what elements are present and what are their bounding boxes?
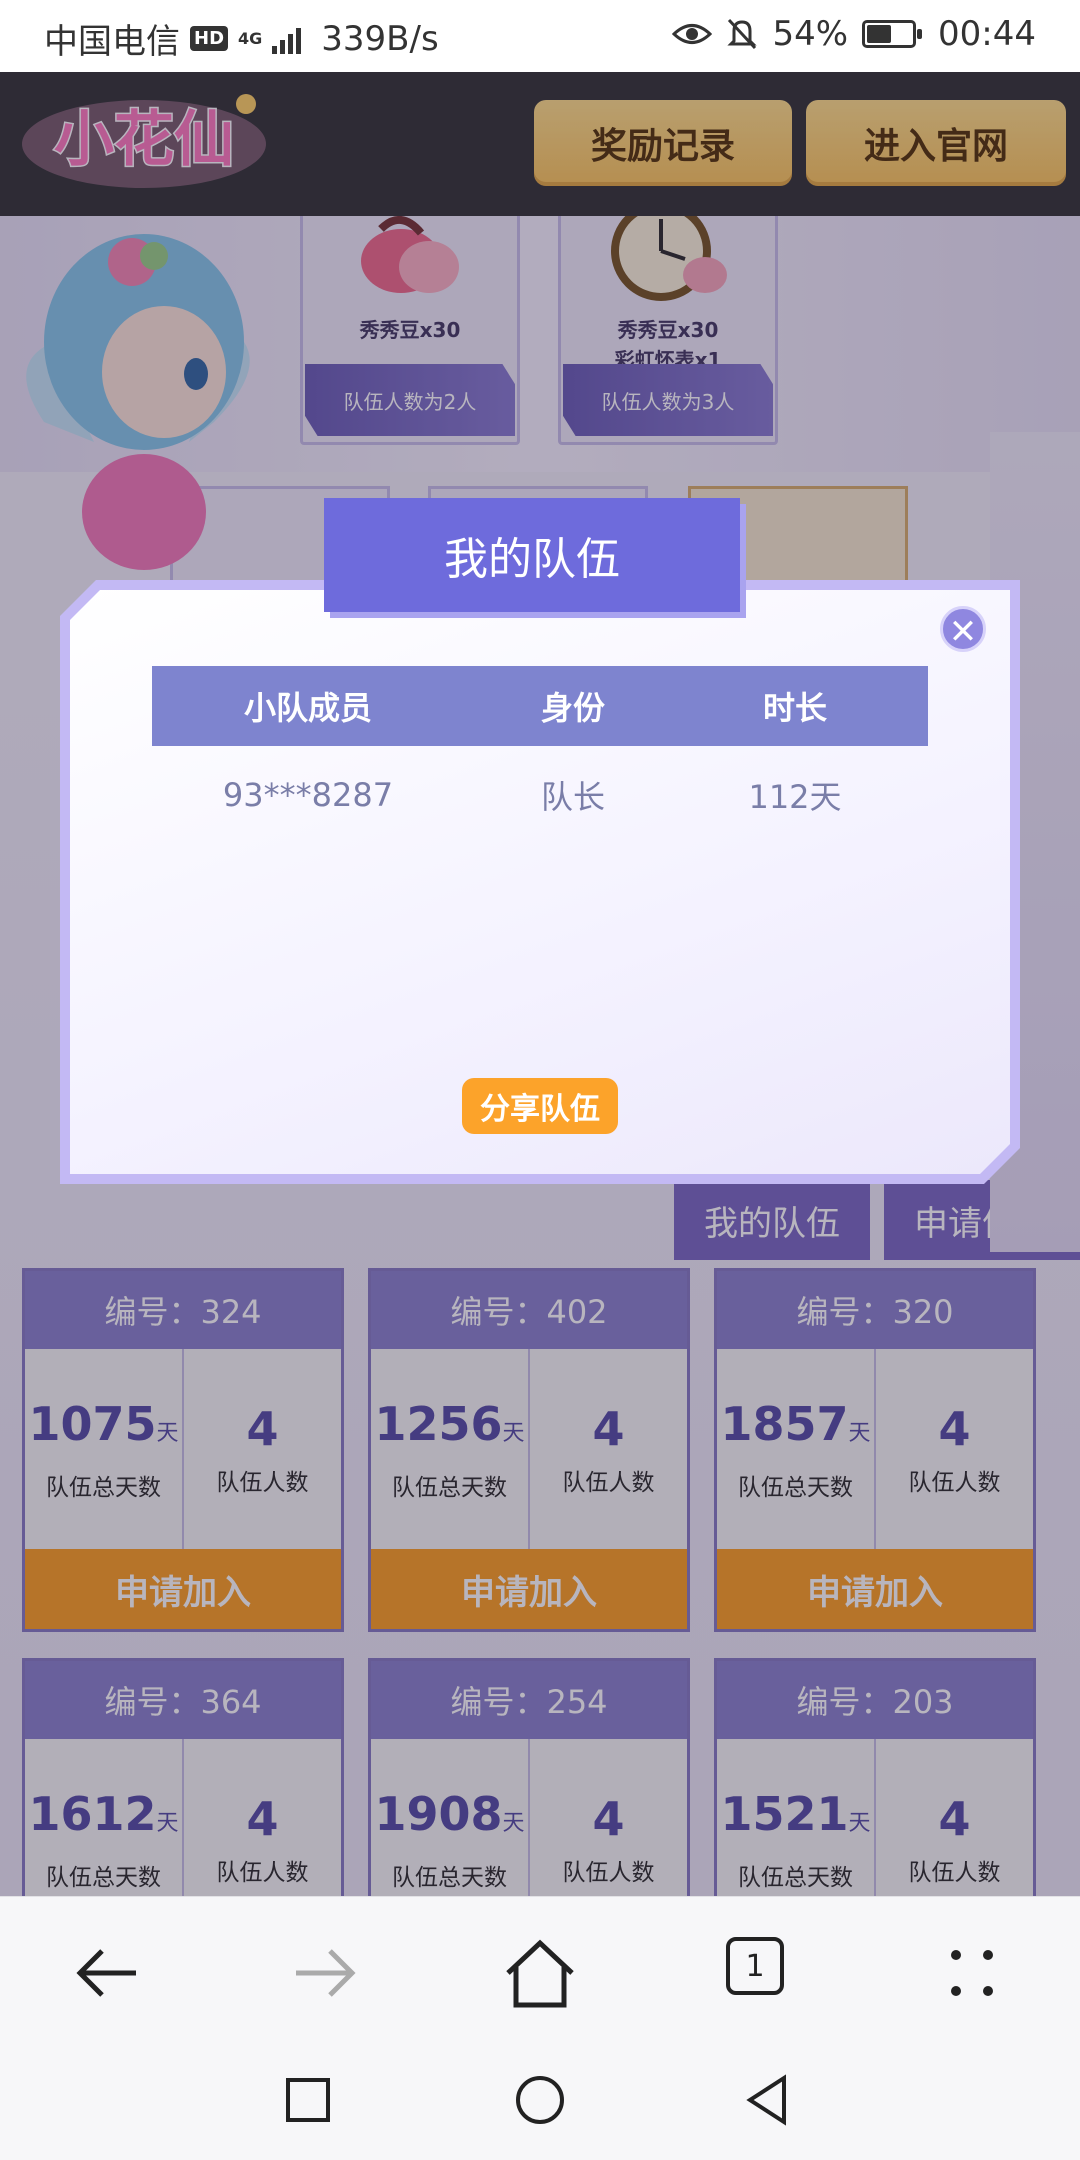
forward-arrow-icon[interactable] — [284, 1933, 364, 2013]
battery-percent: 54% — [772, 14, 849, 54]
member-id: 93***8287 — [222, 776, 394, 814]
table-row: 93***8287 队长 112天 — [152, 760, 928, 830]
browser-toolbar: 1 — [0, 1896, 1080, 2040]
back-triangle-icon[interactable] — [738, 2070, 798, 2130]
tabs-icon[interactable]: 1 — [726, 1937, 784, 1995]
recents-square-icon[interactable] — [278, 2070, 338, 2130]
eye-icon — [672, 24, 713, 44]
status-right: 54% 00:44 — [672, 14, 1036, 54]
battery-icon — [862, 20, 923, 48]
column-header-member: 小队成员 — [243, 689, 372, 727]
member-role: 队长 — [540, 778, 605, 816]
signal-icon — [272, 24, 302, 54]
battery-level — [867, 25, 891, 43]
my-team-dialog: 我的队伍 ✕ 小队成员 身份 时长 93***8287 队长 112天 分享队伍 — [60, 498, 1020, 1184]
home-icon[interactable] — [500, 1933, 580, 2013]
back-arrow-icon[interactable] — [68, 1933, 148, 2013]
web-page: 小花仙 奖励记录 进入官网 秀秀豆x30 队伍人数为2人 秀秀豆x30 彩虹怀表… — [0, 72, 1080, 1896]
status-left: 中国电信 HD 4G 339B/s — [44, 14, 439, 63]
hd-icon: HD — [190, 26, 229, 51]
network-speed: 339B/s — [321, 18, 439, 59]
carrier-name: 中国电信 — [44, 22, 180, 62]
network-type: 4G — [238, 29, 263, 48]
dialog-title: 我的队伍 — [324, 498, 740, 612]
home-circle-icon[interactable] — [510, 2070, 570, 2130]
status-bar: 中国电信 HD 4G 339B/s 54% 00:44 — [0, 0, 1080, 72]
close-icon[interactable]: ✕ — [940, 606, 986, 652]
column-header-role: 身份 — [540, 689, 605, 727]
system-nav-bar — [0, 2040, 1080, 2160]
table-header: 小队成员 身份 时长 — [152, 666, 928, 746]
member-duration: 112天 — [748, 778, 842, 816]
menu-dots-icon[interactable] — [932, 1933, 1012, 2013]
mute-bell-icon — [727, 18, 758, 50]
clock: 00:44 — [938, 14, 1036, 54]
share-team-button[interactable]: 分享队伍 — [462, 1078, 618, 1134]
column-header-duration: 时长 — [762, 689, 827, 727]
